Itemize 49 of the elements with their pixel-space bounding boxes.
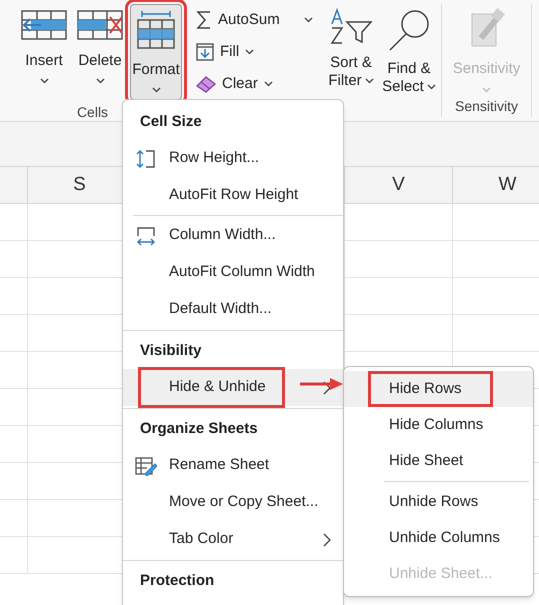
menu-item[interactable]: Hide Sheet: [344, 443, 533, 479]
fill-down-icon: [196, 43, 214, 61]
section-heading: Organize Sheets: [139, 418, 259, 439]
menu-item[interactable]: Unhide Rows: [344, 484, 533, 520]
caret-icon: [264, 81, 273, 87]
eraser-icon: [196, 75, 216, 93]
label-tag-icon: [468, 8, 504, 48]
menu-item[interactable]: Column Width...: [123, 217, 343, 254]
menu-item[interactable]: AutoFit Column Width: [123, 254, 343, 291]
clear-button[interactable]: Clear: [196, 72, 322, 96]
search-icon: [387, 8, 431, 52]
autosum-button[interactable]: AutoSum: [196, 8, 322, 32]
sort-button[interactable]: Sort & Filter: [322, 4, 380, 117]
delete-cells-icon: [77, 10, 123, 40]
sort-filter-icon: [329, 8, 373, 46]
sigma-icon: [196, 10, 212, 30]
menu-item[interactable]: Unhide Columns: [344, 520, 533, 556]
caret-icon: [152, 87, 160, 93]
caret-icon: [304, 17, 313, 23]
column-header[interactable]: W: [453, 167, 539, 203]
insert-button[interactable]: Insert: [18, 4, 70, 100]
menu-item[interactable]: Hide & Unhide: [123, 369, 343, 406]
caret-icon: [426, 84, 436, 90]
caret-icon: [245, 49, 254, 55]
menu-item[interactable]: Rename Sheet: [123, 447, 343, 484]
section-heading: Cell Size: [139, 112, 203, 132]
row-height-icon: [136, 148, 156, 168]
menu-item[interactable]: Hide Columns: [344, 407, 533, 443]
section-heading: Visibility: [139, 340, 202, 361]
caret-icon: [40, 78, 48, 84]
column-width-icon: [136, 226, 156, 246]
caret-icon: [364, 78, 374, 84]
section-heading: Protection: [139, 570, 216, 591]
menu-item[interactable]: Default Width...: [123, 291, 343, 328]
menu-item[interactable]: Move or Copy Sheet...: [123, 484, 343, 521]
format-cells-icon: [136, 11, 176, 49]
caret-icon: [482, 86, 491, 92]
insert-cells-icon: [21, 10, 67, 40]
menu-item[interactable]: Hide Rows: [344, 371, 533, 407]
delete-button[interactable]: Delete: [74, 4, 126, 100]
caret-icon: [96, 78, 104, 84]
find-button[interactable]: Find & Select: [380, 4, 438, 117]
menu-item[interactable]: Tab Color: [123, 521, 343, 558]
column-header[interactable]: V: [345, 167, 453, 203]
group-label: Sensitivity: [454, 97, 518, 116]
group-label: Cells: [76, 103, 108, 122]
annotation-arrow: [300, 377, 344, 391]
table-pencil-icon: [135, 456, 157, 476]
fill-button[interactable]: Fill: [196, 40, 322, 64]
